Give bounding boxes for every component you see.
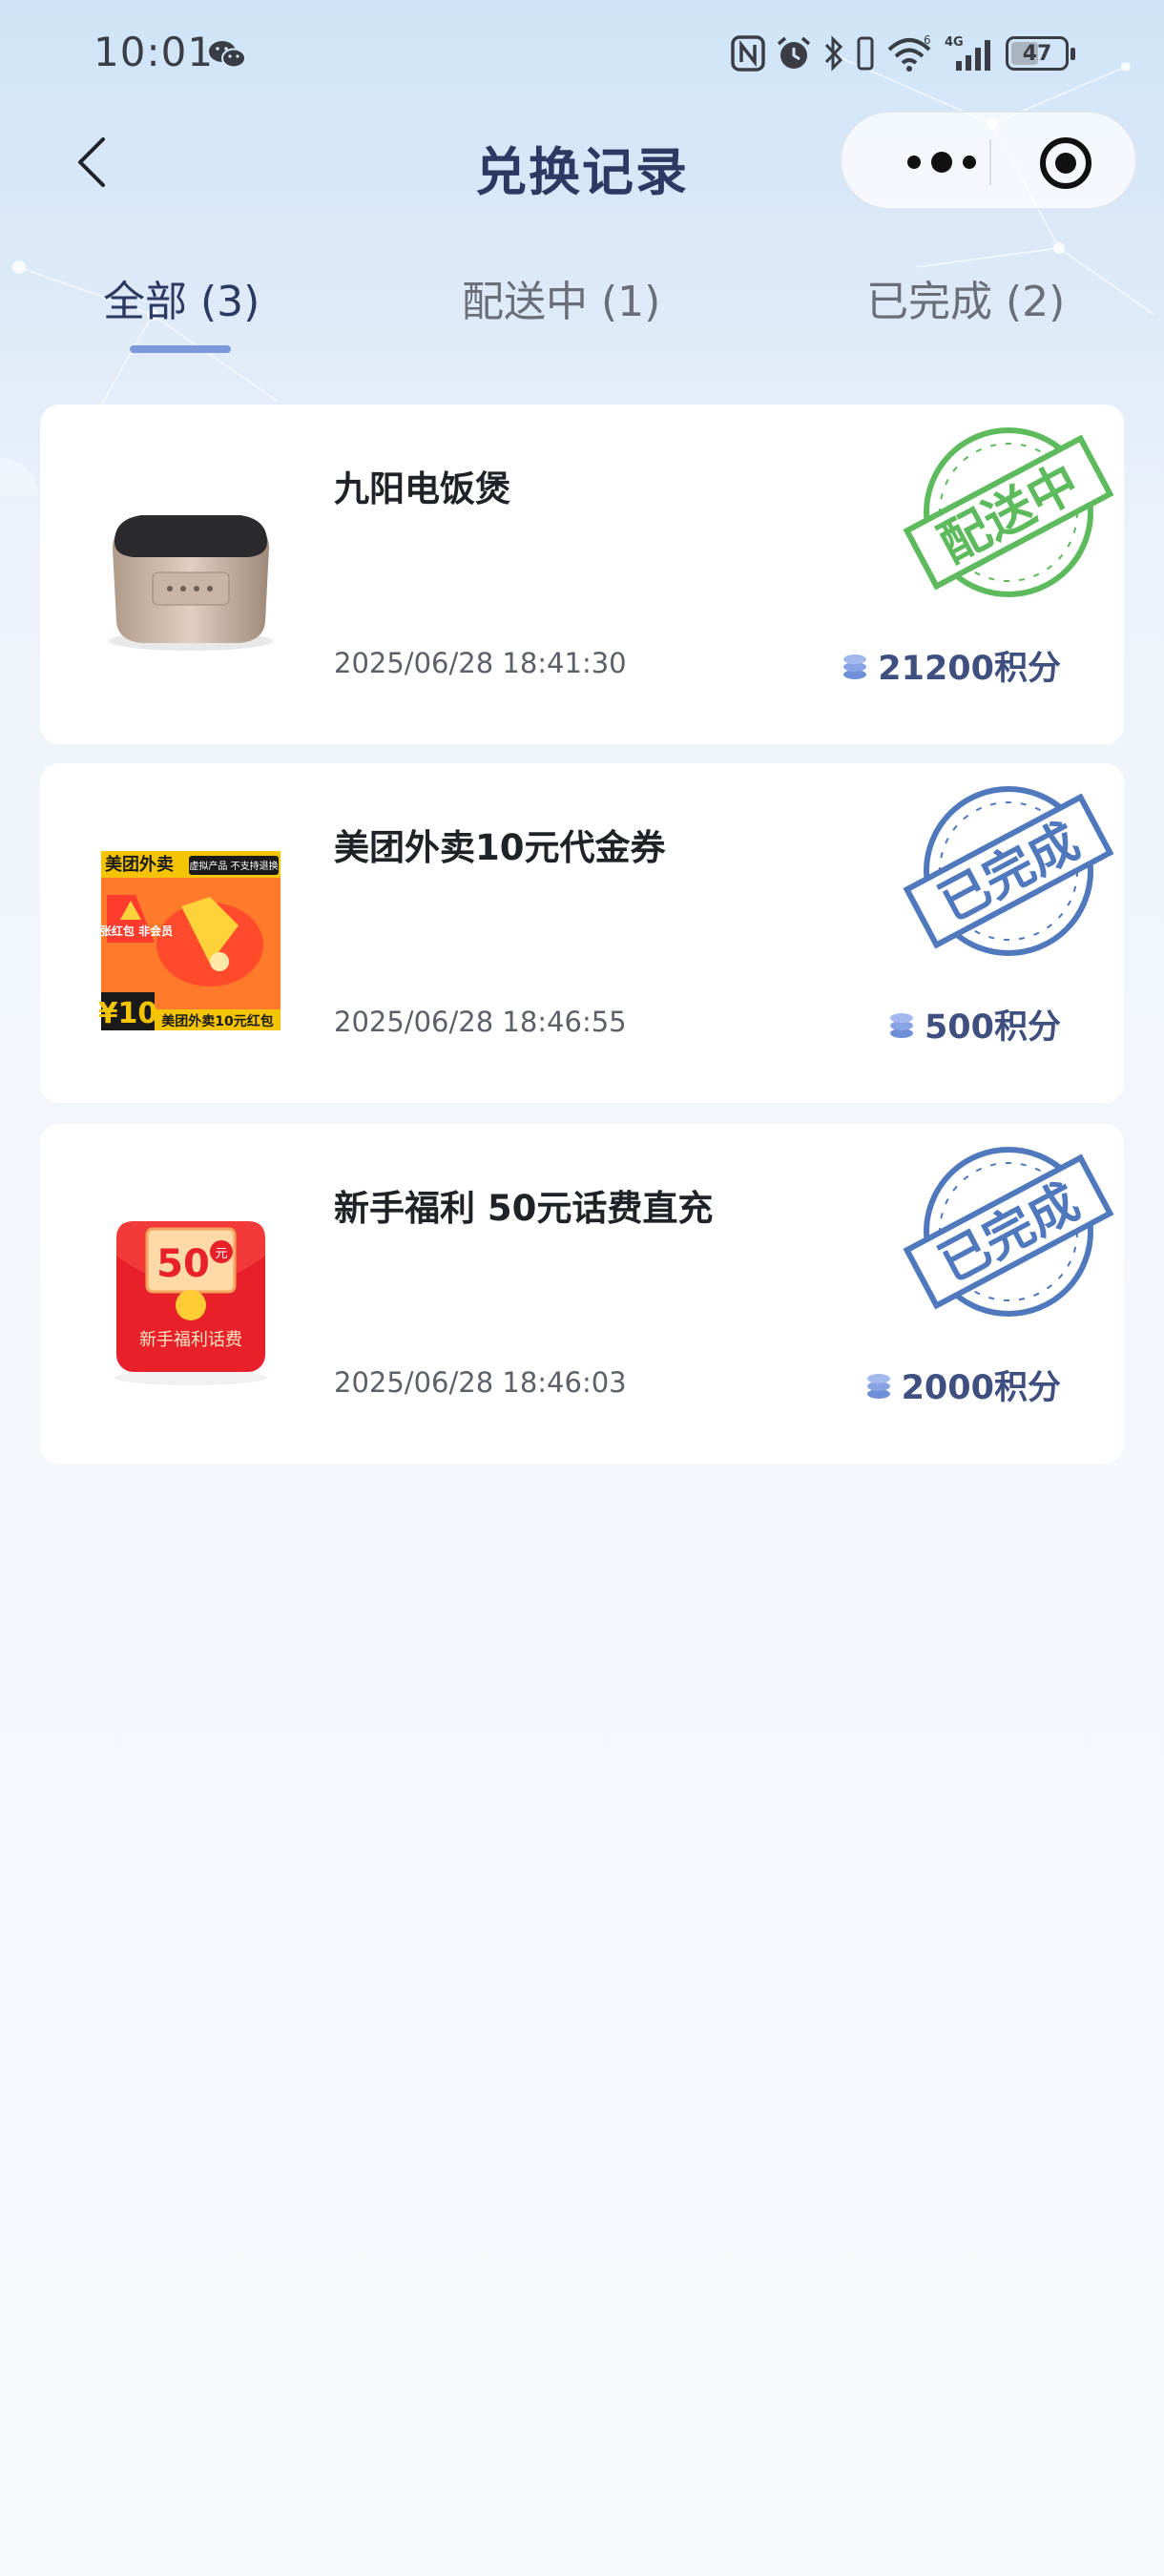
capsule-divider <box>989 139 991 185</box>
order-card[interactable]: 九阳电饭煲 2025/06/28 18:41:30 21200积分 配送中 <box>40 405 1124 744</box>
status-time: 10:01 <box>94 29 215 75</box>
coupon-tag: 虚拟产品 不支持退换 <box>189 860 278 872</box>
active-tab-indicator <box>130 345 231 353</box>
completed-stamp: 已完成 <box>903 1147 1114 1317</box>
delivering-stamp: 配送中 <box>903 427 1114 597</box>
order-time: 2025/06/28 18:46:03 <box>334 1366 627 1399</box>
tab-delivering[interactable]: 配送中 (1) <box>462 267 660 328</box>
status-icons: 6 4G 47 <box>731 34 1075 73</box>
tab-all[interactable]: 全部 (3) <box>103 267 260 328</box>
mini-program-capsule <box>840 111 1137 210</box>
wechat-notification-icon <box>209 41 246 69</box>
status-tabs: 全部 (3) 配送中 (1) 已完成 (2) <box>0 258 1164 363</box>
coin-icon <box>866 1373 890 1399</box>
coupon-brand: 美团外卖 <box>105 854 174 875</box>
order-card[interactable]: 美团外卖 虚拟产品 不支持退换 单张红包 非会员 ¥10 美团外卖10元红包 美… <box>40 763 1124 1103</box>
nfc-icon <box>731 35 765 72</box>
coupon-caption: 美团外卖10元红包 <box>161 1013 273 1029</box>
close-mini-program-icon[interactable] <box>1038 135 1093 191</box>
order-card[interactable]: 50 元 新手福利话费 新手福利 50元话费直充 2025/06/28 18:4… <box>40 1124 1124 1464</box>
cellular-signal-icon: 4G <box>945 35 990 71</box>
item-name: 新手福利 50元话费直充 <box>334 1188 714 1229</box>
wifi-badge: 6 <box>924 34 931 47</box>
item-name: 美团外卖10元代金券 <box>334 827 666 868</box>
network-type-label: 4G <box>945 35 964 50</box>
vibrate-icon <box>857 36 874 71</box>
envelope-amount: 50 <box>156 1242 210 1286</box>
meituan-coupon-image: 美团外卖 虚拟产品 不支持退换 单张红包 非会员 ¥10 美团外卖10元红包 <box>95 851 281 1030</box>
red-envelope-image: 50 元 新手福利话费 <box>114 1221 267 1385</box>
order-time: 2025/06/28 18:46:55 <box>334 1006 627 1038</box>
more-options-icon[interactable] <box>889 139 994 185</box>
points-cost: 21200积分 <box>842 641 1061 690</box>
item-name: 九阳电饭煲 <box>334 468 510 509</box>
rice-cooker-image <box>109 515 273 651</box>
stamp-label: 已完成 <box>930 1174 1089 1294</box>
stamp-label: 已完成 <box>930 813 1089 933</box>
battery-level: 47 <box>1022 41 1052 66</box>
points-cost: 500积分 <box>888 1000 1061 1049</box>
coupon-value: ¥10 <box>98 997 158 1030</box>
points-value: 500积分 <box>924 1008 1061 1047</box>
stamp-label: 配送中 <box>930 454 1089 574</box>
tab-completed[interactable]: 已完成 (2) <box>866 267 1065 328</box>
status-bar: 10:01 6 4G 47 <box>0 0 1164 114</box>
alarm-icon <box>777 36 811 69</box>
coin-icon <box>889 1012 913 1038</box>
points-cost: 2000积分 <box>865 1361 1061 1409</box>
coupon-badge: 单张红包 非会员 <box>95 924 173 938</box>
envelope-caption: 新手福利话费 <box>139 1330 242 1350</box>
envelope-unit: 元 <box>215 1247 227 1261</box>
order-time: 2025/06/28 18:41:30 <box>334 647 627 679</box>
wifi-icon: 6 <box>887 34 931 72</box>
points-value: 21200积分 <box>878 650 1061 688</box>
coin-icon <box>843 654 867 679</box>
points-value: 2000积分 <box>901 1369 1061 1407</box>
battery-indicator: 47 <box>1006 36 1075 71</box>
bluetooth-icon <box>824 35 843 72</box>
completed-stamp: 已完成 <box>903 786 1114 956</box>
